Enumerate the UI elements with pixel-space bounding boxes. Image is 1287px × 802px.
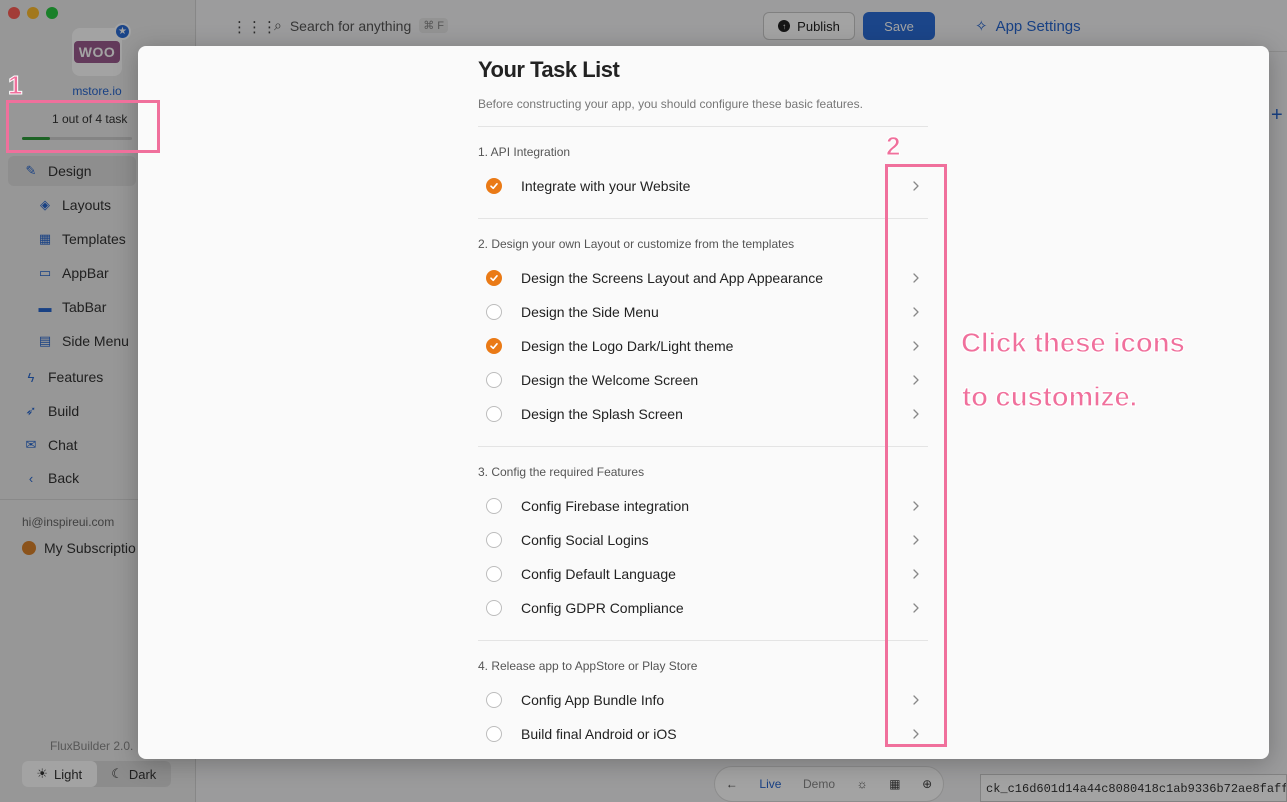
section-divider [478, 446, 928, 447]
task-label: Build final Android or iOS [521, 726, 677, 742]
unchecked-circle-icon[interactable] [486, 532, 502, 548]
modal-title: Your Task List [478, 57, 620, 82]
task-item[interactable]: Config Default Language [478, 559, 928, 589]
unchecked-circle-icon[interactable] [486, 600, 502, 616]
task-label: Integrate with your Website [521, 178, 691, 194]
checked-circle-icon[interactable] [486, 178, 502, 194]
task-item[interactable]: Config App Bundle Info [478, 685, 928, 715]
unchecked-circle-icon[interactable] [486, 498, 502, 514]
annotation-number-2: 2 [885, 131, 901, 162]
task-item[interactable]: Config Firebase integration [478, 491, 928, 521]
task-item[interactable]: Config GDPR Compliance [478, 593, 928, 623]
task-label: Config GDPR Compliance [521, 600, 684, 616]
section-divider [478, 640, 928, 641]
section-divider [478, 126, 928, 127]
checked-circle-icon[interactable] [486, 270, 502, 286]
task-item[interactable]: Build final Android or iOS [478, 719, 928, 749]
task-label: Design the Welcome Screen [521, 372, 699, 388]
task-item[interactable]: Design the Screens Layout and App Appear… [478, 263, 928, 293]
unchecked-circle-icon[interactable] [486, 726, 502, 742]
annotation-text-line-1: Click these icons [960, 326, 1185, 358]
unchecked-circle-icon[interactable] [486, 406, 502, 422]
annotation-text-line-2: to customize. [961, 380, 1138, 412]
section-title: 4. Release app to AppStore or Play Store [478, 659, 698, 673]
unchecked-circle-icon[interactable] [486, 566, 502, 582]
annotation-box-1 [6, 100, 160, 153]
annotation-number-1: 1 [7, 70, 23, 101]
task-label: Design the Screens Layout and App Appear… [521, 270, 823, 286]
task-item[interactable]: Design the Logo Dark/Light theme [478, 331, 928, 361]
task-label: Design the Side Menu [521, 304, 659, 320]
modal-subtitle: Before constructing your app, you should… [478, 97, 863, 111]
task-label: Design the Logo Dark/Light theme [521, 338, 734, 354]
unchecked-circle-icon[interactable] [486, 692, 502, 708]
unchecked-circle-icon[interactable] [486, 304, 502, 320]
section-title: 2. Design your own Layout or customize f… [478, 237, 795, 251]
unchecked-circle-icon[interactable] [486, 372, 502, 388]
task-item[interactable]: Design the Splash Screen [478, 399, 928, 429]
checked-circle-icon[interactable] [486, 338, 502, 354]
section-title: 3. Config the required Features [478, 465, 645, 479]
task-item[interactable]: Design the Welcome Screen [478, 365, 928, 395]
task-label: Config Social Logins [521, 532, 649, 548]
annotation-box-2 [885, 164, 947, 747]
task-item[interactable]: Integrate with your Website [478, 171, 928, 201]
task-label: Config App Bundle Info [521, 692, 665, 708]
task-label: Config Default Language [521, 566, 676, 582]
section-divider [478, 218, 928, 219]
task-item[interactable]: Config Social Logins [478, 525, 928, 555]
section-title: 1. API Integration [478, 145, 571, 159]
task-label: Config Firebase integration [521, 498, 690, 514]
task-item[interactable]: Design the Side Menu [478, 297, 928, 327]
task-label: Design the Splash Screen [521, 406, 683, 422]
